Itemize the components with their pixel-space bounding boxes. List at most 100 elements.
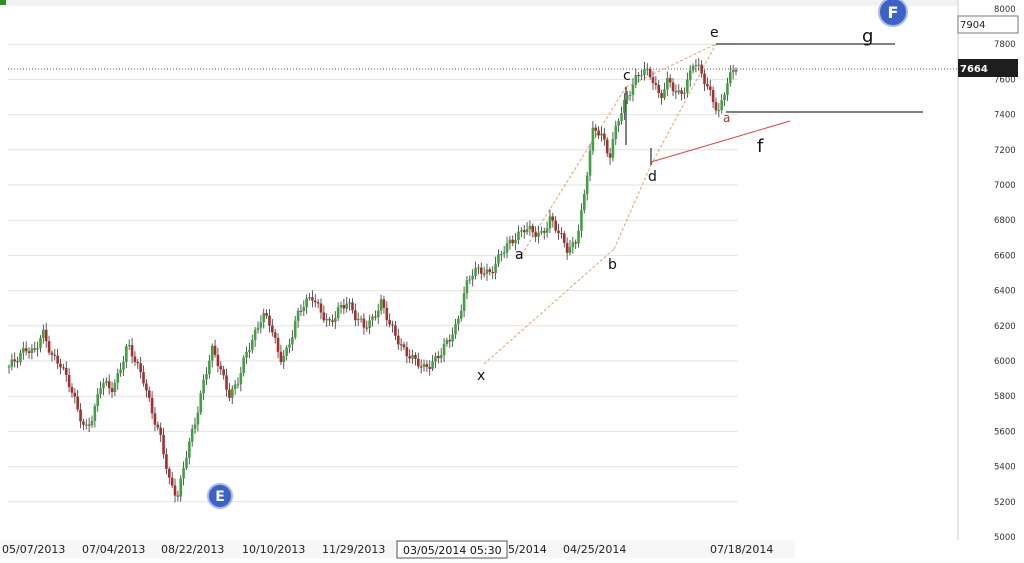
date-label-8: 07/18/2014 bbox=[710, 543, 773, 556]
candle-body bbox=[319, 303, 323, 313]
candle-body bbox=[411, 355, 414, 359]
candle-body bbox=[445, 339, 449, 344]
candle-body bbox=[76, 396, 79, 410]
candle-body bbox=[479, 267, 483, 274]
candle-body bbox=[437, 355, 440, 359]
candle-body bbox=[631, 85, 635, 95]
price-tick-label-8000: 8000 bbox=[994, 5, 1016, 15]
candle-body bbox=[82, 421, 85, 425]
candle-body bbox=[562, 233, 566, 243]
wave-label-x: x bbox=[477, 368, 485, 384]
candle-body bbox=[165, 454, 168, 469]
candle-body bbox=[253, 329, 257, 341]
candle-body bbox=[67, 374, 71, 388]
badge-e: E bbox=[207, 483, 233, 509]
candle-body bbox=[677, 90, 681, 93]
candle-body bbox=[210, 345, 214, 361]
candle-body bbox=[623, 99, 626, 113]
price-tick-label-7800: 7800 bbox=[994, 40, 1016, 50]
candle-body bbox=[365, 327, 369, 329]
candle-body bbox=[548, 216, 552, 229]
candle-body bbox=[208, 360, 211, 375]
candle-body bbox=[44, 329, 48, 342]
candle-body bbox=[196, 412, 200, 425]
candle-body bbox=[90, 420, 94, 426]
candle-body bbox=[288, 344, 291, 348]
badge-f: F bbox=[878, 0, 908, 27]
candle-body bbox=[282, 355, 286, 363]
candle-body bbox=[136, 362, 140, 364]
candle-body bbox=[728, 72, 732, 84]
candle-body bbox=[551, 216, 555, 221]
candle-body bbox=[502, 252, 506, 255]
candle-body bbox=[19, 352, 22, 363]
candle-body bbox=[468, 279, 472, 281]
candle-body bbox=[671, 82, 675, 92]
price-tick-label-6400: 6400 bbox=[994, 287, 1016, 297]
price-box-current-text: 7664 bbox=[960, 64, 988, 75]
wave-label-g: g bbox=[862, 26, 873, 47]
candle-body bbox=[531, 225, 535, 233]
candle-body bbox=[554, 220, 557, 231]
candle-body bbox=[394, 325, 397, 336]
price-tick-label-6600: 6600 bbox=[994, 251, 1016, 261]
candle-body bbox=[325, 319, 329, 321]
candle-body bbox=[202, 379, 205, 394]
candle-body bbox=[568, 247, 572, 253]
candle-body bbox=[560, 233, 563, 235]
candle-body bbox=[594, 127, 598, 131]
candle-body bbox=[213, 345, 217, 355]
date-label-4: 11/29/2013 bbox=[322, 543, 385, 556]
top-indicator bbox=[0, 0, 6, 5]
candle-body bbox=[731, 70, 735, 73]
candle-body bbox=[331, 320, 334, 323]
candle-body bbox=[271, 325, 274, 333]
candle-body bbox=[33, 348, 37, 350]
candle-body bbox=[313, 300, 317, 303]
candle-body bbox=[376, 310, 380, 318]
price-tick-label-7200: 7200 bbox=[994, 146, 1016, 156]
candle-body bbox=[648, 68, 652, 78]
candle-body bbox=[571, 242, 575, 248]
candle-body bbox=[542, 231, 546, 233]
candle-body bbox=[680, 90, 683, 94]
candle-body bbox=[219, 365, 223, 370]
candle-body bbox=[127, 345, 131, 347]
candle-body bbox=[107, 381, 111, 389]
candle-body bbox=[245, 351, 248, 358]
candle-body bbox=[668, 78, 672, 83]
candle-body bbox=[73, 392, 77, 397]
candle-body bbox=[497, 254, 500, 264]
candle-body bbox=[540, 231, 543, 233]
wave-label-a1: a bbox=[515, 247, 524, 263]
candle-body bbox=[643, 68, 646, 76]
candle-body bbox=[396, 335, 400, 345]
candle-body bbox=[182, 467, 185, 479]
candle-body bbox=[150, 397, 154, 414]
candle-body bbox=[382, 299, 386, 308]
candle-body bbox=[311, 297, 314, 301]
candle-body bbox=[637, 75, 640, 77]
candle-body bbox=[351, 302, 354, 311]
wave-label-f: f bbox=[757, 136, 764, 157]
price-tick-label-6200: 6200 bbox=[994, 322, 1016, 332]
candle-body bbox=[133, 356, 137, 363]
candle-body bbox=[345, 303, 349, 309]
candle-body bbox=[708, 86, 712, 90]
candle-body bbox=[534, 232, 537, 237]
candle-body bbox=[362, 318, 366, 328]
candle-body bbox=[422, 364, 426, 367]
candle-body bbox=[24, 348, 28, 352]
candle-body bbox=[56, 355, 59, 364]
candle-body bbox=[242, 357, 246, 373]
plot-area bbox=[0, 0, 958, 540]
candle-body bbox=[388, 320, 391, 325]
candle-body bbox=[296, 310, 300, 321]
candle-body bbox=[600, 133, 603, 136]
candle-body bbox=[205, 374, 208, 380]
candle-body bbox=[514, 239, 517, 244]
candle-body bbox=[228, 389, 231, 398]
candle-body bbox=[291, 337, 294, 345]
candle-body bbox=[239, 372, 243, 385]
candle-body bbox=[522, 230, 526, 233]
